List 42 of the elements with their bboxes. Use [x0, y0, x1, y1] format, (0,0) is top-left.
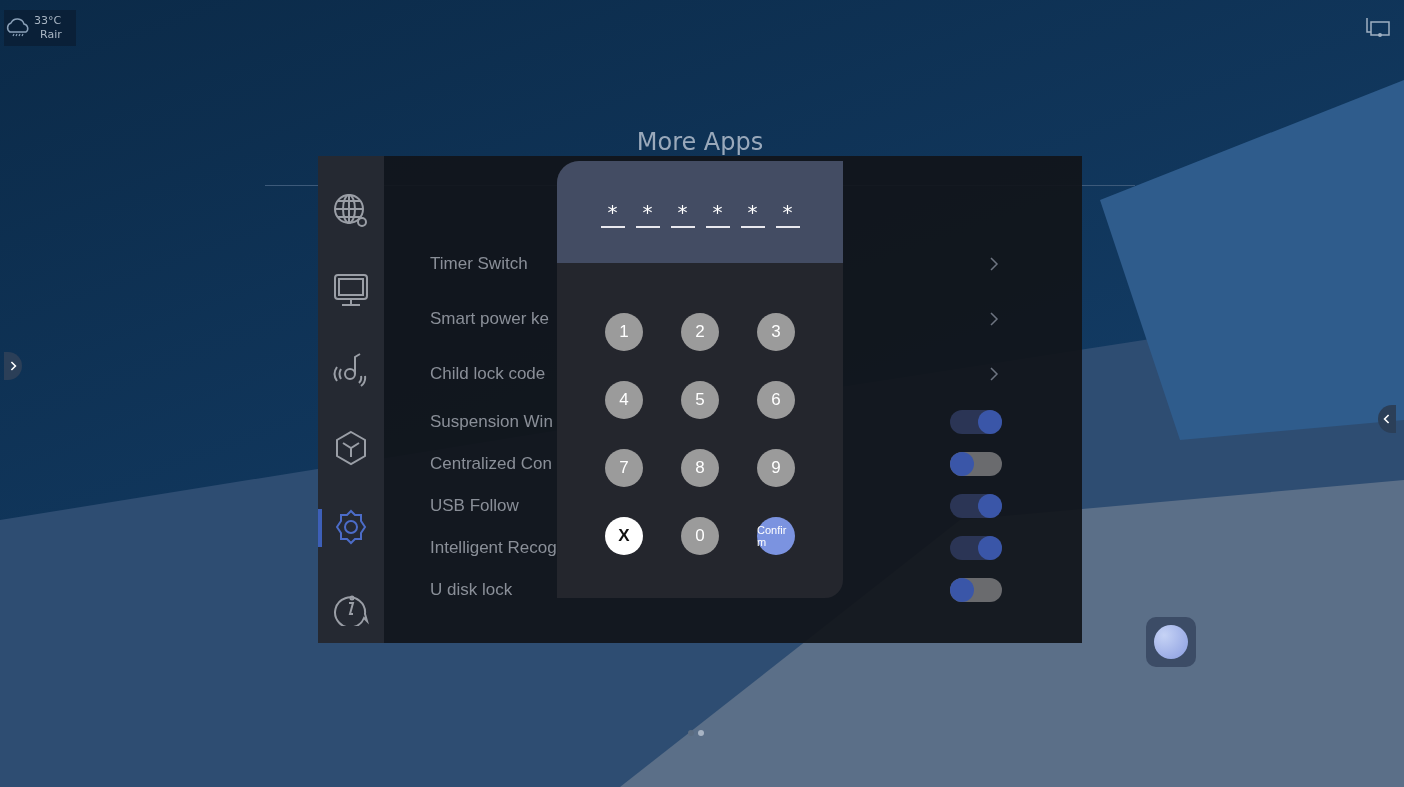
- weather-widget[interactable]: 33°C Rair: [4, 10, 76, 46]
- page-indicator-dot[interactable]: [688, 730, 694, 736]
- digit-key[interactable]: 8: [681, 449, 719, 487]
- passcode-digit: *: [775, 200, 800, 228]
- toggle-switch[interactable]: [950, 536, 1002, 560]
- toggle-switch[interactable]: [950, 452, 1002, 476]
- passcode-digit: *: [600, 200, 625, 228]
- digit-key[interactable]: 9: [757, 449, 795, 487]
- expand-tab[interactable]: [4, 352, 22, 380]
- digit-key[interactable]: 7: [605, 449, 643, 487]
- digit-key[interactable]: 0: [681, 517, 719, 555]
- temperature-text: 33°C: [34, 14, 62, 28]
- setting-label: Child lock code: [430, 363, 546, 384]
- digit-key[interactable]: 1: [605, 313, 643, 351]
- chevron-right-icon[interactable]: [989, 365, 999, 382]
- digit-key[interactable]: 3: [757, 313, 795, 351]
- setting-label: U disk lock: [430, 580, 513, 600]
- chevron-right-icon[interactable]: [989, 255, 999, 272]
- page-title: More Apps: [635, 128, 765, 156]
- setting-label: Suspension Win: [430, 412, 553, 432]
- page-indicator-dot[interactable]: [698, 730, 704, 736]
- toggle-switch[interactable]: [950, 410, 1002, 434]
- passcode-digit: *: [740, 200, 765, 228]
- setting-label: USB Follow: [430, 496, 519, 516]
- passcode-digit: *: [705, 200, 730, 228]
- setting-label: Intelligent Recog: [430, 538, 557, 558]
- digit-key[interactable]: 5: [681, 381, 719, 419]
- weather-text: Rair: [39, 28, 62, 42]
- chevron-right-icon: [9, 360, 17, 372]
- digit-key[interactable]: 6: [757, 381, 795, 419]
- chevron-right-icon[interactable]: [989, 310, 999, 327]
- toggle-switch[interactable]: [950, 494, 1002, 518]
- passcode-digit: *: [670, 200, 695, 228]
- chevron-left-icon: [1383, 413, 1391, 425]
- digit-key[interactable]: 2: [681, 313, 719, 351]
- toggle-switch[interactable]: [950, 578, 1002, 602]
- clear-button[interactable]: X: [605, 517, 643, 555]
- passcode-digit: *: [635, 200, 660, 228]
- setting-label: Smart power ke: [430, 308, 550, 329]
- setting-label: Centralized Con: [430, 454, 552, 474]
- setting-label: Timer Switch: [430, 253, 528, 274]
- digit-key[interactable]: 4: [605, 381, 643, 419]
